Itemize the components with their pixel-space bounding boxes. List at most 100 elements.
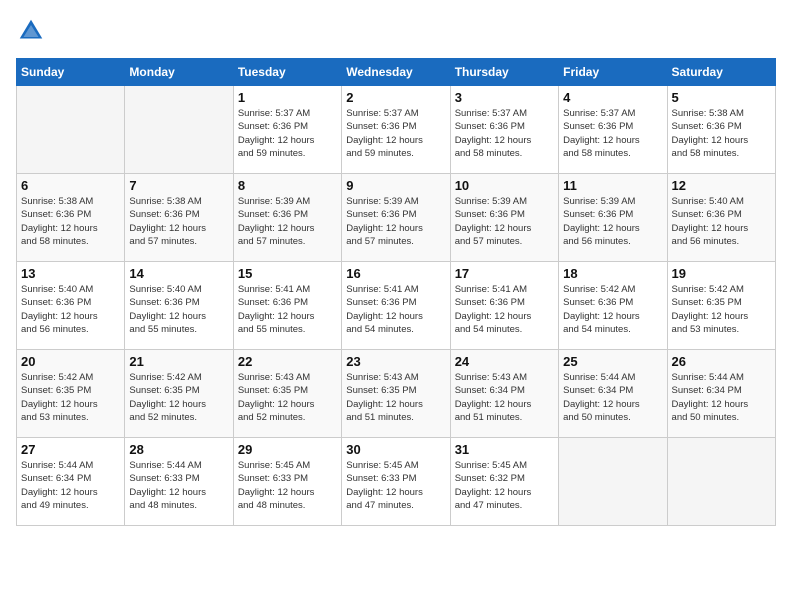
header-cell-monday: Monday [125, 59, 233, 86]
header-row: SundayMondayTuesdayWednesdayThursdayFrid… [17, 59, 776, 86]
week-row-2: 13Sunrise: 5:40 AM Sunset: 6:36 PM Dayli… [17, 262, 776, 350]
day-number: 28 [129, 442, 228, 457]
day-number: 15 [238, 266, 337, 281]
day-cell: 21 Sunrise: 5:42 AM Sunset: 6:35 PM Dayli… [125, 350, 233, 438]
day-number: 18 [563, 266, 662, 281]
day-info: Sunrise: 5:38 AM Sunset: 6:36 PM Dayligh… [21, 195, 120, 248]
day-cell: 13Sunrise: 5:40 AM Sunset: 6:36 PM Dayli… [17, 262, 125, 350]
day-number: 30 [346, 442, 445, 457]
day-number: 9 [346, 178, 445, 193]
day-number: 5 [672, 90, 771, 105]
header-cell-thursday: Thursday [450, 59, 558, 86]
day-info: Sunrise: 5:38 AM Sunset: 6:36 PM Dayligh… [672, 107, 771, 160]
day-cell: 6 Sunrise: 5:38 AM Sunset: 6:36 PM Daylig… [17, 174, 125, 262]
logo [16, 16, 50, 46]
day-cell: 30 Sunrise: 5:45 AM Sunset: 6:33 PM Dayli… [342, 438, 450, 526]
calendar-header: SundayMondayTuesdayWednesdayThursdayFrid… [17, 59, 776, 86]
day-info: Sunrise: 5:44 AM Sunset: 6:34 PM Dayligh… [672, 371, 771, 424]
day-cell: 15Sunrise: 5:41 AM Sunset: 6:36 PM Dayli… [233, 262, 341, 350]
day-number: 10 [455, 178, 554, 193]
day-info: Sunrise: 5:39 AM Sunset: 6:36 PM Dayligh… [563, 195, 662, 248]
day-info: Sunrise: 5:43 AM Sunset: 6:35 PM Dayligh… [346, 371, 445, 424]
day-number: 22 [238, 354, 337, 369]
calendar-table: SundayMondayTuesdayWednesdayThursdayFrid… [16, 58, 776, 526]
day-number: 27 [21, 442, 120, 457]
day-cell: 8 Sunrise: 5:39 AM Sunset: 6:36 PM Daylig… [233, 174, 341, 262]
day-info: Sunrise: 5:39 AM Sunset: 6:36 PM Dayligh… [238, 195, 337, 248]
week-row-1: 6 Sunrise: 5:38 AM Sunset: 6:36 PM Daylig… [17, 174, 776, 262]
day-info: Sunrise: 5:44 AM Sunset: 6:33 PM Dayligh… [129, 459, 228, 512]
day-number: 6 [21, 178, 120, 193]
day-cell: 31 Sunrise: 5:45 AM Sunset: 6:32 PM Dayli… [450, 438, 558, 526]
day-cell [125, 86, 233, 174]
day-info: Sunrise: 5:45 AM Sunset: 6:32 PM Dayligh… [455, 459, 554, 512]
day-cell: 4Sunrise: 5:37 AM Sunset: 6:36 PM Daylig… [559, 86, 667, 174]
day-cell: 5 Sunrise: 5:38 AM Sunset: 6:36 PM Daylig… [667, 86, 775, 174]
day-cell: 29Sunrise: 5:45 AM Sunset: 6:33 PM Dayli… [233, 438, 341, 526]
day-number: 14 [129, 266, 228, 281]
day-number: 24 [455, 354, 554, 369]
day-number: 25 [563, 354, 662, 369]
day-number: 3 [455, 90, 554, 105]
day-number: 23 [346, 354, 445, 369]
header-cell-sunday: Sunday [17, 59, 125, 86]
day-cell: 12Sunrise: 5:40 AM Sunset: 6:36 PM Dayli… [667, 174, 775, 262]
calendar-body: 1Sunrise: 5:37 AM Sunset: 6:36 PM Daylig… [17, 86, 776, 526]
day-info: Sunrise: 5:37 AM Sunset: 6:36 PM Dayligh… [455, 107, 554, 160]
day-cell: 2Sunrise: 5:37 AM Sunset: 6:36 PM Daylig… [342, 86, 450, 174]
day-info: Sunrise: 5:41 AM Sunset: 6:36 PM Dayligh… [346, 283, 445, 336]
day-cell [559, 438, 667, 526]
day-number: 29 [238, 442, 337, 457]
day-number: 16 [346, 266, 445, 281]
day-cell: 22 Sunrise: 5:43 AM Sunset: 6:35 PM Dayli… [233, 350, 341, 438]
day-cell: 25 Sunrise: 5:44 AM Sunset: 6:34 PM Dayli… [559, 350, 667, 438]
day-info: Sunrise: 5:44 AM Sunset: 6:34 PM Dayligh… [563, 371, 662, 424]
header-cell-tuesday: Tuesday [233, 59, 341, 86]
day-info: Sunrise: 5:37 AM Sunset: 6:36 PM Dayligh… [238, 107, 337, 160]
day-info: Sunrise: 5:42 AM Sunset: 6:36 PM Dayligh… [563, 283, 662, 336]
day-number: 20 [21, 354, 120, 369]
day-cell: 23 Sunrise: 5:43 AM Sunset: 6:35 PM Dayli… [342, 350, 450, 438]
day-info: Sunrise: 5:42 AM Sunset: 6:35 PM Dayligh… [129, 371, 228, 424]
day-info: Sunrise: 5:37 AM Sunset: 6:36 PM Dayligh… [346, 107, 445, 160]
day-info: Sunrise: 5:43 AM Sunset: 6:35 PM Dayligh… [238, 371, 337, 424]
day-cell: 26 Sunrise: 5:44 AM Sunset: 6:34 PM Dayli… [667, 350, 775, 438]
week-row-3: 20 Sunrise: 5:42 AM Sunset: 6:35 PM Dayli… [17, 350, 776, 438]
day-number: 7 [129, 178, 228, 193]
day-cell: 17 Sunrise: 5:41 AM Sunset: 6:36 PM Dayli… [450, 262, 558, 350]
day-number: 21 [129, 354, 228, 369]
day-number: 11 [563, 178, 662, 193]
day-cell: 18 Sunrise: 5:42 AM Sunset: 6:36 PM Dayli… [559, 262, 667, 350]
day-cell: 11 Sunrise: 5:39 AM Sunset: 6:36 PM Dayli… [559, 174, 667, 262]
day-cell [17, 86, 125, 174]
day-cell: 24Sunrise: 5:43 AM Sunset: 6:34 PM Dayli… [450, 350, 558, 438]
day-number: 26 [672, 354, 771, 369]
day-cell: 20 Sunrise: 5:42 AM Sunset: 6:35 PM Dayli… [17, 350, 125, 438]
day-number: 31 [455, 442, 554, 457]
day-number: 19 [672, 266, 771, 281]
day-info: Sunrise: 5:44 AM Sunset: 6:34 PM Dayligh… [21, 459, 120, 512]
day-info: Sunrise: 5:39 AM Sunset: 6:36 PM Dayligh… [455, 195, 554, 248]
day-cell [667, 438, 775, 526]
day-cell: 19Sunrise: 5:42 AM Sunset: 6:35 PM Dayli… [667, 262, 775, 350]
day-cell: 27 Sunrise: 5:44 AM Sunset: 6:34 PM Dayli… [17, 438, 125, 526]
day-cell: 9 Sunrise: 5:39 AM Sunset: 6:36 PM Daylig… [342, 174, 450, 262]
week-row-0: 1Sunrise: 5:37 AM Sunset: 6:36 PM Daylig… [17, 86, 776, 174]
day-info: Sunrise: 5:37 AM Sunset: 6:36 PM Dayligh… [563, 107, 662, 160]
day-info: Sunrise: 5:42 AM Sunset: 6:35 PM Dayligh… [21, 371, 120, 424]
day-info: Sunrise: 5:45 AM Sunset: 6:33 PM Dayligh… [346, 459, 445, 512]
day-info: Sunrise: 5:38 AM Sunset: 6:36 PM Dayligh… [129, 195, 228, 248]
page-header [16, 16, 776, 46]
logo-icon [16, 16, 46, 46]
day-number: 13 [21, 266, 120, 281]
day-info: Sunrise: 5:41 AM Sunset: 6:36 PM Dayligh… [455, 283, 554, 336]
day-cell: 10 Sunrise: 5:39 AM Sunset: 6:36 PM Dayli… [450, 174, 558, 262]
header-cell-saturday: Saturday [667, 59, 775, 86]
day-number: 8 [238, 178, 337, 193]
header-cell-wednesday: Wednesday [342, 59, 450, 86]
day-number: 17 [455, 266, 554, 281]
day-info: Sunrise: 5:39 AM Sunset: 6:36 PM Dayligh… [346, 195, 445, 248]
day-info: Sunrise: 5:40 AM Sunset: 6:36 PM Dayligh… [672, 195, 771, 248]
day-cell: 28 Sunrise: 5:44 AM Sunset: 6:33 PM Dayli… [125, 438, 233, 526]
header-cell-friday: Friday [559, 59, 667, 86]
